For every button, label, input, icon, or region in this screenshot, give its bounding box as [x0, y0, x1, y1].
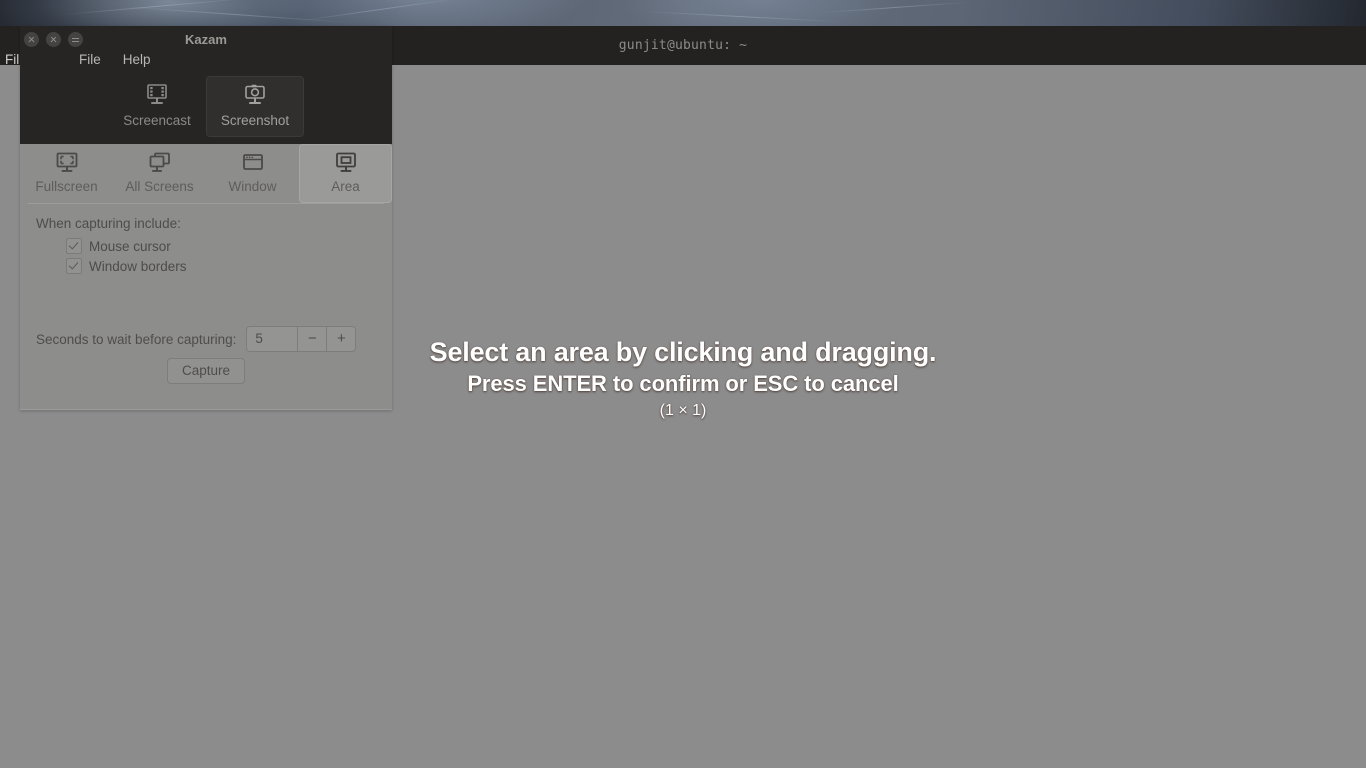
window-controls	[24, 32, 83, 47]
kazam-window: Kazam File Help Screencast Screenshot Fu…	[20, 26, 392, 410]
menu-item-help[interactable]: Help	[123, 52, 151, 67]
tab-area[interactable]: Area	[299, 144, 392, 203]
tabs-divider	[28, 203, 384, 204]
mode-screenshot[interactable]: Screenshot	[206, 76, 304, 137]
close-icon[interactable]	[24, 32, 39, 47]
capture-delay-row: Seconds to wait before capturing: 5 − +	[36, 326, 357, 352]
tab-all-screens[interactable]: All Screens	[113, 144, 206, 203]
mode-screenshot-label: Screenshot	[220, 113, 290, 128]
film-strip-icon	[147, 84, 167, 104]
minimize-icon[interactable]	[46, 32, 61, 47]
capture-delay-stepper[interactable]: 5 − +	[246, 326, 357, 352]
mode-screencast[interactable]: Screencast	[108, 76, 206, 137]
capture-options: When capturing include: Mouse cursor Win…	[36, 216, 187, 278]
tab-window[interactable]: Window	[206, 144, 299, 203]
area-icon	[335, 152, 356, 172]
kazam-footer-rule	[20, 409, 392, 410]
capture-delay-label: Seconds to wait before capturing:	[36, 331, 237, 347]
checkbox-mouse-cursor[interactable]	[66, 238, 82, 254]
tab-window-label: Window	[228, 179, 277, 194]
all-screens-icon	[149, 152, 170, 172]
capture-button-row: Capture	[20, 358, 392, 384]
option-window-borders[interactable]: Window borders	[66, 258, 187, 274]
capture-button[interactable]: Capture	[166, 358, 246, 384]
mode-screencast-label: Screencast	[123, 113, 191, 128]
camera-icon	[245, 84, 265, 104]
screen-root: gunjit@ubuntu: ~ Fil gu Select an area b…	[0, 0, 1366, 768]
option-window-borders-label: Window borders	[89, 258, 187, 274]
window-icon	[242, 154, 263, 170]
fullscreen-icon	[56, 152, 77, 172]
capture-source-tabs: Fullscreen All Screens Window Area	[20, 144, 392, 203]
capture-mode-toggle: Screencast Screenshot	[20, 76, 392, 137]
desktop-wallpaper	[0, 0, 1366, 26]
capture-delay-decrement[interactable]: −	[297, 327, 326, 351]
option-mouse-cursor[interactable]: Mouse cursor	[66, 238, 187, 254]
tab-area-label: Area	[331, 179, 360, 194]
capture-delay-value[interactable]: 5	[247, 327, 297, 351]
menu-item-file[interactable]: File	[79, 52, 101, 67]
tab-all-screens-label: All Screens	[125, 179, 194, 194]
tab-fullscreen[interactable]: Fullscreen	[20, 144, 113, 203]
kazam-menubar: File Help	[79, 52, 151, 67]
capture-options-title: When capturing include:	[36, 216, 181, 231]
option-mouse-cursor-label: Mouse cursor	[89, 238, 171, 254]
capture-delay-increment[interactable]: +	[326, 327, 355, 351]
checkbox-window-borders[interactable]	[66, 258, 82, 274]
maximize-icon[interactable]	[68, 32, 83, 47]
tab-fullscreen-label: Fullscreen	[35, 179, 98, 194]
kazam-titlebar: Kazam	[20, 26, 392, 53]
